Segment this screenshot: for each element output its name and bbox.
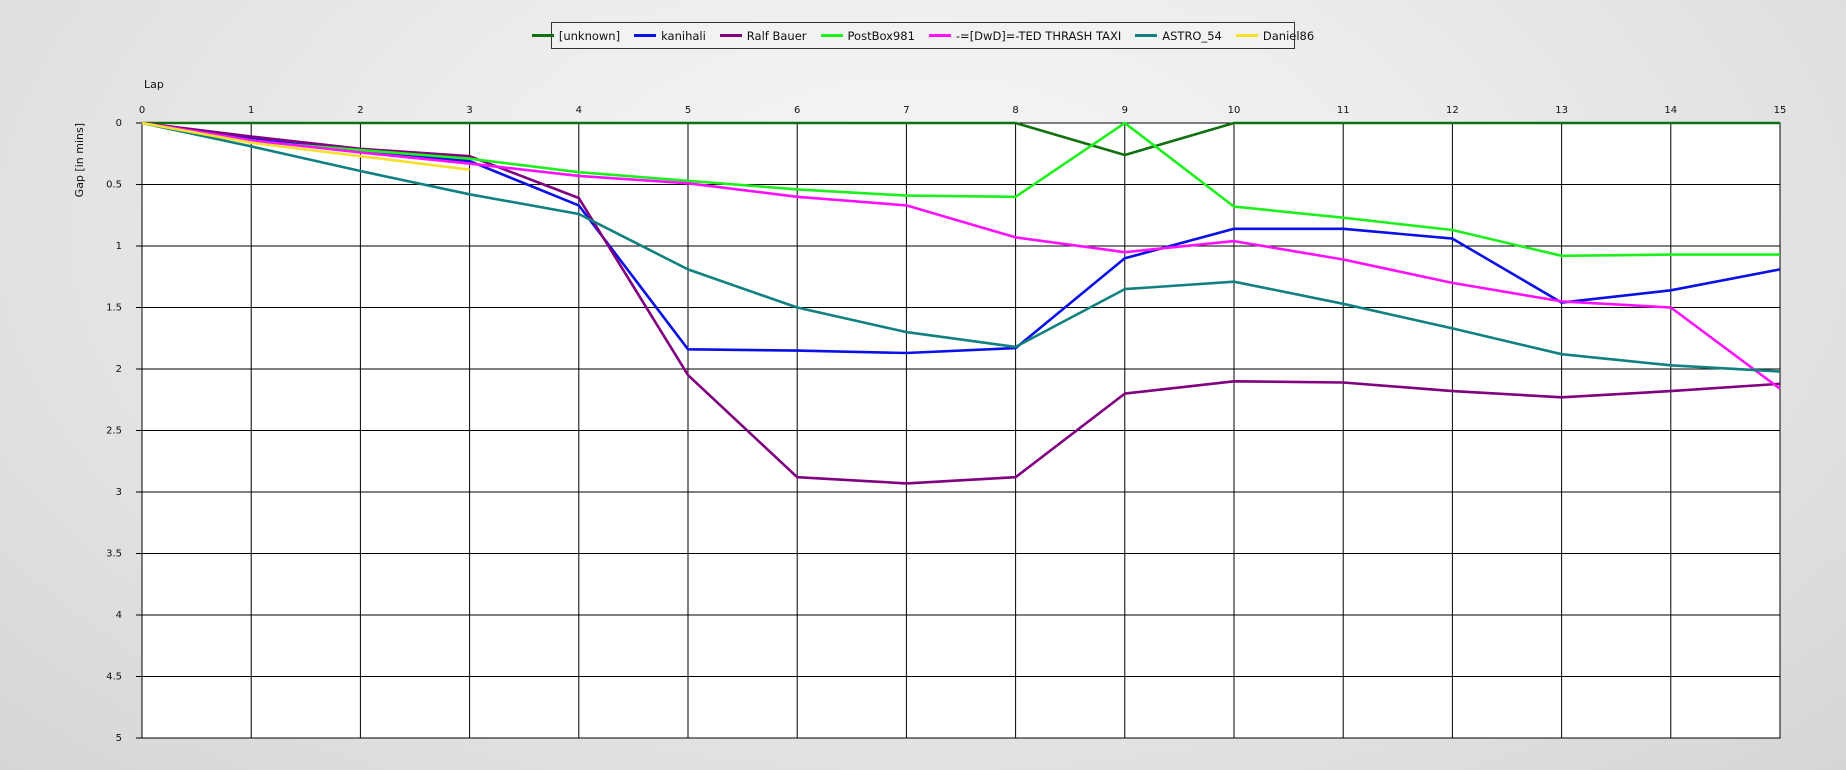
x-tick-label: 11 xyxy=(1337,105,1350,116)
y-tick-label: 4 xyxy=(116,610,122,621)
y-tick-label: 2.5 xyxy=(106,426,122,437)
x-tick-label: 1 xyxy=(248,105,254,116)
x-tick-label: 7 xyxy=(903,105,909,116)
x-tick-label: 14 xyxy=(1664,105,1677,116)
x-tick-label: 5 xyxy=(685,105,691,116)
y-axis-title: Gap [in mins] xyxy=(73,123,86,197)
y-tick-label: 3.5 xyxy=(106,549,122,560)
x-tick-label: 6 xyxy=(794,105,800,116)
x-tick-label: 9 xyxy=(1122,105,1128,116)
line-chart: 0 1 2 3 4 5 6 7 8 9 10 11 12 13 14 15 00.511.522.533.54… xyxy=(73,78,1787,744)
y-tick-label: 4.5 xyxy=(106,672,122,683)
x-tick-labels: 0 1 2 3 4 5 6 7 8 9 10 11 12 13 14 15 xyxy=(139,105,1787,116)
x-tick-label: 2 xyxy=(357,105,363,116)
y-tick-label: 5 xyxy=(116,733,122,744)
x-axis-title: Lap xyxy=(144,78,164,91)
x-tick-label: 15 xyxy=(1774,105,1787,116)
y-tick-label: 2 xyxy=(116,364,122,375)
x-tick-label: 12 xyxy=(1446,105,1459,116)
y-tick-labels: 0 0.5 1 1.5 2 2.5 3 3.5 4 4.5 5 xyxy=(106,118,122,744)
x-tick-label: 0 xyxy=(139,105,145,116)
x-tick-label: 4 xyxy=(576,105,582,116)
y-tick-label: 0.5 xyxy=(106,180,122,191)
x-tick-label: 8 xyxy=(1012,105,1018,116)
x-tick-label: 13 xyxy=(1555,105,1568,116)
y-tick-label: 0 xyxy=(116,118,122,129)
y-tick-label: 3 xyxy=(116,487,122,498)
x-tick-label: 3 xyxy=(466,105,472,116)
y-tick-label: 1 xyxy=(116,241,122,252)
y-tick-label: 1.5 xyxy=(106,303,122,314)
x-tick-label: 10 xyxy=(1228,105,1241,116)
